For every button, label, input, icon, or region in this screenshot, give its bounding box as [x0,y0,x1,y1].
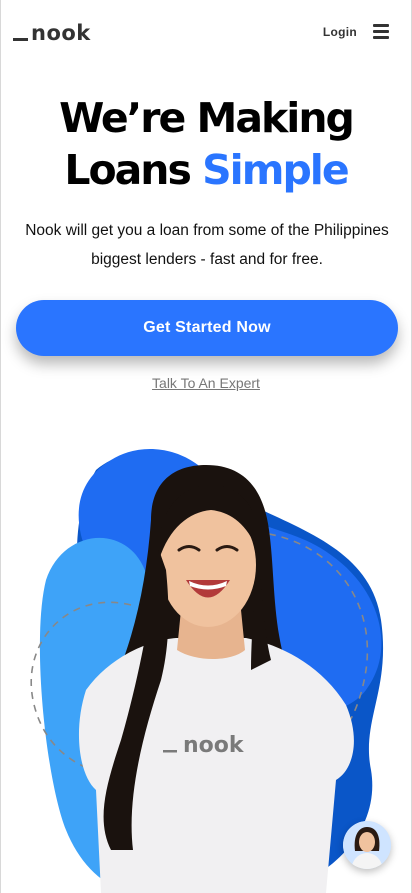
landing-page: nook Login We’re Making Loans Simple Noo… [0,0,412,893]
login-link[interactable]: Login [323,25,357,39]
hero-title: We’re Making Loans Simple [1,92,411,196]
talk-to-expert-link[interactable]: Talk To An Expert [1,375,411,391]
hero-title-accent: Simple [202,146,350,194]
hero-subtitle: Nook will get you a loan from some of th… [25,222,389,268]
shirt-logo-text: nook [183,733,245,758]
chat-avatar-svg [343,821,391,869]
hero-title-line1: We’re Making [59,94,355,142]
nook-logo[interactable]: nook [13,18,91,44]
chat-avatar-icon[interactable] [343,821,391,869]
hero-title-prefix: Loans [64,146,203,194]
get-started-button[interactable]: Get Started Now [16,300,398,356]
logo-underscore [13,38,28,41]
hero-title-line2: Loans Simple [1,144,411,196]
logo-text: nook [31,21,91,45]
hero-illustration: nook [30,448,384,893]
shirt-logo-bar [163,750,177,753]
hamburger-menu-icon[interactable] [373,24,389,39]
header: nook Login [1,0,411,64]
